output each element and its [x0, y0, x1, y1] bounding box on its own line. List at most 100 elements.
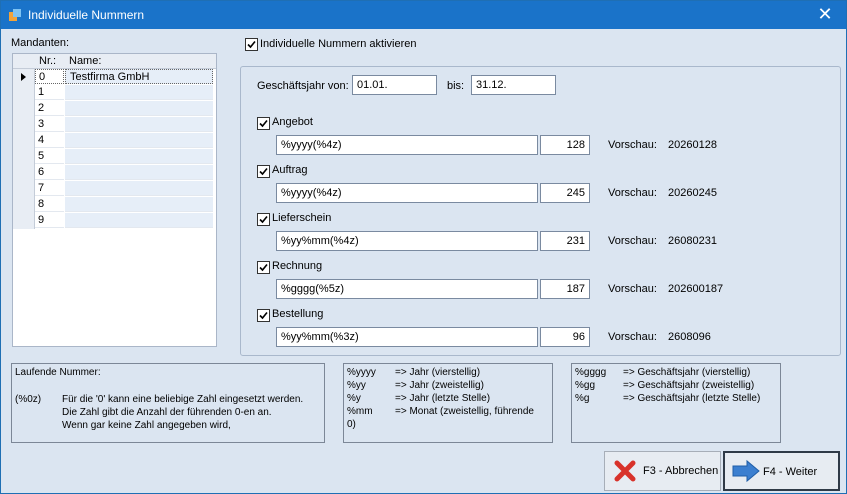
- section-label: Bestellung: [272, 308, 324, 320]
- help-line: %yy => Jahr (zweistellig): [347, 380, 549, 393]
- help-desc: => Geschäftsjahr (letzte Stelle): [623, 393, 761, 404]
- row-indicator: [13, 181, 35, 197]
- number-input[interactable]: [540, 183, 590, 203]
- number-input[interactable]: [540, 327, 590, 347]
- dialog-window: Individuelle Nummern ✕ Mandanten: Nr.: N…: [0, 0, 847, 494]
- app-icon: [8, 8, 22, 22]
- mandant-row[interactable]: 5: [13, 149, 216, 165]
- number-input[interactable]: [540, 231, 590, 251]
- grid-header: Nr.: Name:: [13, 54, 216, 69]
- row-indicator: [13, 69, 35, 85]
- section-checkbox[interactable]: [257, 117, 270, 130]
- activate-checkbox[interactable]: [245, 38, 258, 51]
- fiscal-from-input[interactable]: [352, 75, 437, 95]
- section-label: Auftrag: [272, 164, 308, 176]
- help-desc: => Monat (zweistellig, führende: [395, 406, 534, 417]
- mandant-nr: 8: [35, 197, 64, 212]
- pattern-input[interactable]: [276, 183, 538, 203]
- row-indicator: [13, 101, 35, 117]
- number-input[interactable]: [540, 279, 590, 299]
- mandant-nr: 3: [35, 117, 64, 132]
- running-help-line1: Für die '0' kann eine beliebige Zahl ein…: [62, 394, 304, 405]
- mandant-nr: 9: [35, 213, 64, 228]
- help-code: %gg: [575, 380, 596, 391]
- next-button[interactable]: F4 - Weiter: [723, 451, 840, 491]
- mandant-row[interactable]: 4: [13, 133, 216, 149]
- mandant-name: [65, 149, 213, 164]
- mandant-nr: 7: [35, 181, 64, 196]
- mandanten-grid[interactable]: Nr.: Name: 0 Testfirma GmbH 1 2 3 4 5 6 7 8 9: [12, 53, 217, 347]
- mandant-row[interactable]: 0 Testfirma GmbH: [13, 69, 216, 85]
- mandant-row[interactable]: 8: [13, 197, 216, 213]
- mandant-name: [65, 181, 213, 196]
- row-indicator: [13, 149, 35, 165]
- running-help-title: Laufende Nummer:: [15, 367, 101, 378]
- section-label: Rechnung: [272, 260, 323, 272]
- pattern-input[interactable]: [276, 135, 538, 155]
- row-indicator: [13, 85, 35, 101]
- number-input[interactable]: [540, 135, 590, 155]
- window-title: Individuelle Nummern: [28, 8, 145, 22]
- mandant-nr: 6: [35, 165, 64, 180]
- fiscal-from-label: Geschäftsjahr von:: [257, 80, 349, 92]
- help-desc: => Jahr (vierstellig): [395, 367, 481, 378]
- mandant-name: [65, 117, 213, 132]
- header-name: Name:: [69, 55, 102, 67]
- numbering-panel: Geschäftsjahr von: bis: Angebot Vorschau:…: [240, 66, 841, 356]
- pattern-input[interactable]: [276, 279, 538, 299]
- mandant-row[interactable]: 9: [13, 213, 216, 229]
- mandant-row[interactable]: 6: [13, 165, 216, 181]
- running-help-line3: Wenn gar keine Zahl angegeben wird,: [62, 420, 231, 431]
- mandant-name: [65, 85, 213, 100]
- running-number-help: Laufende Nummer: (%0z) Für die '0' kann …: [11, 363, 325, 443]
- mandant-row[interactable]: 7: [13, 181, 216, 197]
- arrow-right-icon: [731, 459, 761, 486]
- fiscal-to-label: bis:: [447, 80, 465, 92]
- help-line: %y => Jahr (letzte Stelle): [347, 393, 549, 406]
- preview-value: 202600187: [668, 283, 724, 295]
- cancel-button-label: F3 - Abbrechen: [643, 465, 719, 477]
- section-checkbox[interactable]: [257, 165, 270, 178]
- help-line: %gg => Geschäftsjahr (zweistellig): [575, 380, 777, 393]
- section-label: Lieferschein: [272, 212, 332, 224]
- preview-value: 20260128: [668, 139, 717, 151]
- row-indicator: [13, 197, 35, 213]
- preview-label: Vorschau:: [608, 331, 657, 343]
- fiscal-to-input[interactable]: [471, 75, 556, 95]
- section-checkbox[interactable]: [257, 261, 270, 274]
- mandant-nr: 2: [35, 101, 64, 116]
- help-code: %yyyy: [347, 367, 376, 378]
- help-line: %g => Geschäftsjahr (letzte Stelle): [575, 393, 777, 406]
- fiscal-placeholder-help: %gggg => Geschäftsjahr (vierstellig) %gg =>…: [571, 363, 781, 443]
- preview-label: Vorschau:: [608, 283, 657, 295]
- pattern-input[interactable]: [276, 231, 538, 251]
- help-code: %y: [347, 393, 361, 404]
- section-checkbox[interactable]: [257, 309, 270, 322]
- mandant-row[interactable]: 2: [13, 101, 216, 117]
- section-label: Angebot: [272, 116, 313, 128]
- preview-value: 2608096: [668, 331, 711, 343]
- mandant-name: [65, 101, 213, 116]
- section-checkbox[interactable]: [257, 213, 270, 226]
- help-line: %yyyy => Jahr (vierstellig): [347, 367, 549, 380]
- help-code: %g: [575, 393, 590, 404]
- help-code: %gggg: [575, 367, 607, 378]
- mandanten-label: Mandanten:: [11, 37, 70, 49]
- mandant-row[interactable]: 1: [13, 85, 216, 101]
- preview-value: 20260245: [668, 187, 717, 199]
- help-desc: => Jahr (zweistellig): [395, 380, 484, 391]
- running-help-line2: Die Zahl gibt die Anzahl der führenden 0…: [62, 407, 272, 418]
- preview-value: 26080231: [668, 235, 717, 247]
- mandant-nr: 5: [35, 149, 64, 164]
- mandant-name: [65, 213, 213, 228]
- next-button-label: F4 - Weiter: [763, 466, 818, 478]
- pattern-input[interactable]: [276, 327, 538, 347]
- close-icon[interactable]: ✕: [804, 1, 846, 29]
- mandant-name: [65, 197, 213, 212]
- mandant-row[interactable]: 3: [13, 117, 216, 133]
- red-x-icon: [613, 459, 637, 486]
- row-indicator: [13, 133, 35, 149]
- row-indicator: [13, 213, 35, 229]
- cancel-button[interactable]: F3 - Abbrechen: [604, 451, 721, 491]
- help-code: %yy: [347, 380, 366, 391]
